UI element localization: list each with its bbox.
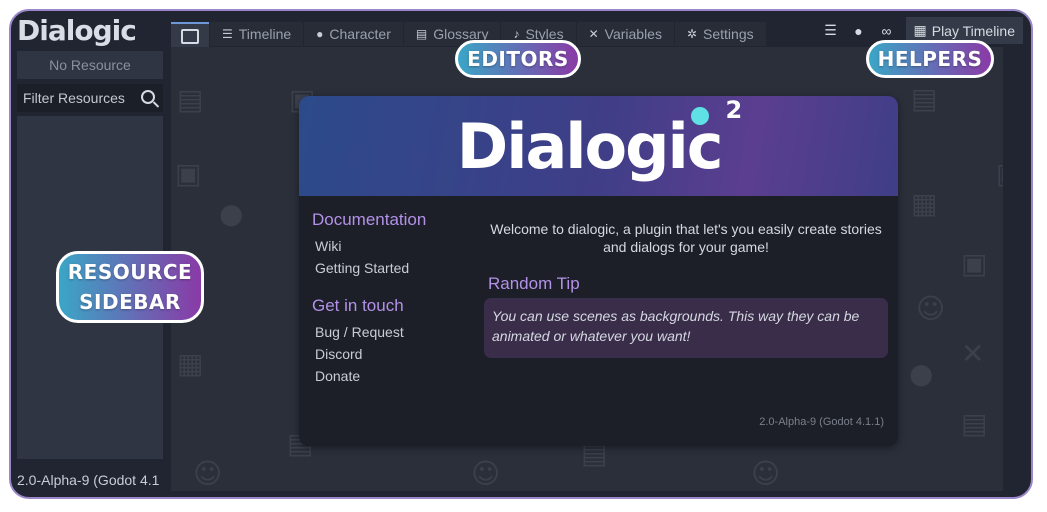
tab-settings[interactable]: ✲ Settings — [674, 22, 766, 46]
home-tab-icon — [181, 28, 199, 44]
clapper-icon: ▦ — [913, 22, 927, 38]
brush-icon: ♪ — [513, 27, 520, 41]
editors-annotation: EDITORS — [455, 40, 581, 78]
no-resource-button[interactable]: No Resource — [17, 51, 163, 79]
welcome-panel: Dialogic 2 Documentation Wiki Getting Sta… — [299, 96, 898, 446]
bug-request-link[interactable]: Bug / Request — [315, 324, 472, 341]
version-label: 2.0-Alpha-9 (Godot 4.1 — [17, 472, 160, 488]
get-in-touch-heading: Get in touch — [312, 296, 404, 315]
welcome-version: 2.0-Alpha-9 (Godot 4.1.1) — [759, 416, 884, 428]
background-pattern-icon: ☺ — [916, 292, 946, 325]
link-icon[interactable]: ∞ — [878, 22, 896, 40]
tab-timeline[interactable]: ☰ Timeline — [210, 22, 304, 46]
helpers-annotation: HELPERS — [866, 40, 994, 78]
tab-variables[interactable]: ✕ Variables — [576, 22, 674, 46]
book-icon: ▤ — [415, 27, 428, 41]
variable-x-icon: ✕ — [588, 27, 599, 41]
welcome-content: Welcome to dialogic, a plugin that let's… — [484, 220, 888, 358]
timeline-list-icon[interactable]: ☰ — [822, 22, 840, 40]
add-character-icon[interactable]: ● — [850, 22, 868, 40]
background-pattern-icon: ▣ — [996, 157, 1003, 190]
background-pattern-icon: ▤ — [961, 407, 988, 440]
background-pattern-icon: ● — [909, 357, 934, 390]
person-icon: ● — [316, 27, 324, 41]
documentation-heading: Documentation — [312, 210, 427, 229]
background-pattern-icon: ✕ — [961, 337, 985, 370]
wiki-link[interactable]: Wiki — [315, 238, 472, 255]
logo-dot-decoration — [691, 107, 709, 125]
background-pattern-icon: ▤ — [177, 83, 204, 116]
welcome-links: Documentation Wiki Getting Started Get i… — [312, 210, 472, 390]
discord-link[interactable]: Discord — [315, 346, 472, 363]
random-tip-heading: Random Tip — [488, 274, 580, 293]
donate-link[interactable]: Donate — [315, 368, 472, 385]
getting-started-link[interactable]: Getting Started — [315, 260, 472, 277]
welcome-intro: Welcome to dialogic, a plugin that let's… — [490, 221, 882, 255]
background-pattern-icon: ● — [219, 197, 244, 230]
tab-character[interactable]: ● Character — [304, 22, 403, 46]
resource-sidebar-annotation: RESOURCE SIDEBAR — [56, 251, 204, 323]
dialogic-logo: Dialogic — [17, 14, 137, 47]
background-pattern-icon: ▣ — [961, 247, 988, 280]
search-icon[interactable] — [141, 90, 155, 104]
filter-resources-input[interactable]: Filter Resources — [17, 84, 163, 112]
gear-icon: ✲ — [686, 27, 698, 41]
random-tip-box: You can use scenes as backgrounds. This … — [484, 298, 888, 358]
background-pattern-icon: ▦ — [911, 187, 938, 220]
main-editor-area: ▤ ▣ ● ▣ ▦ ▤ ☺ ☺ ☺ ▤ ▦ ▣ ▣ ✕ ● ▤ ☺ ▤ Dial… — [171, 47, 1003, 491]
tab-home[interactable] — [171, 22, 209, 48]
background-pattern-icon: ☺ — [193, 457, 223, 490]
background-pattern-icon: ☺ — [751, 457, 781, 490]
welcome-banner: Dialogic 2 — [299, 96, 898, 196]
list-icon: ☰ — [222, 27, 233, 41]
filter-placeholder: Filter Resources — [23, 90, 125, 106]
background-pattern-icon: ▣ — [175, 157, 202, 190]
background-pattern-icon: ▤ — [911, 82, 938, 115]
background-pattern-icon: ☺ — [471, 457, 501, 490]
background-pattern-icon: ▦ — [177, 347, 204, 380]
